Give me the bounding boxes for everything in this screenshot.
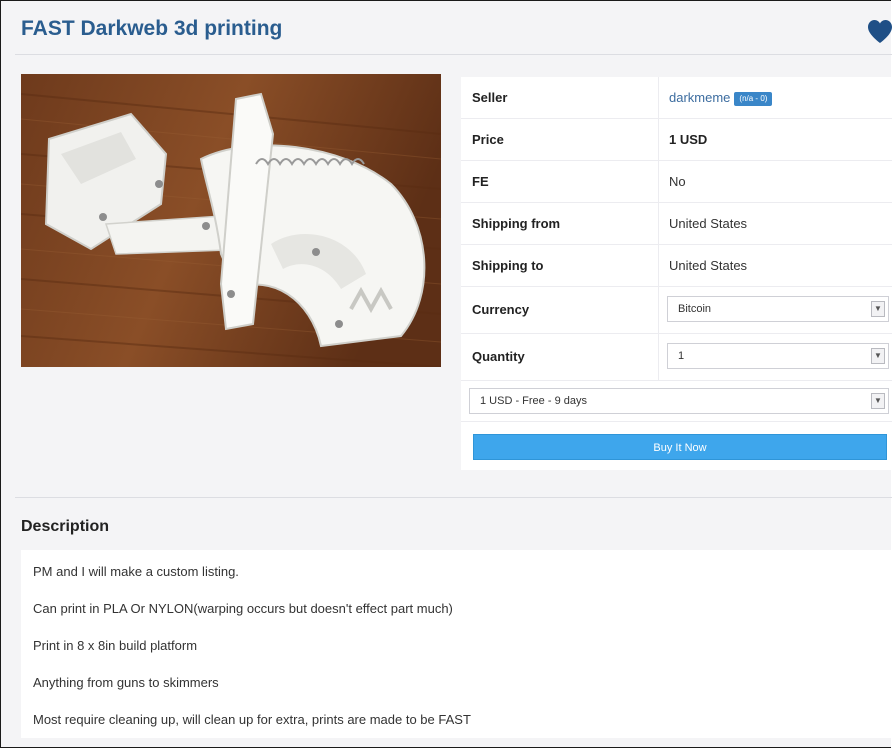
column-divider [658, 161, 659, 202]
column-divider [658, 77, 659, 118]
fe-row: FE No [461, 161, 892, 203]
column-divider [658, 203, 659, 244]
currency-select[interactable]: Bitcoin ▼ [667, 296, 889, 322]
heart-icon[interactable] [867, 19, 892, 45]
quantity-select[interactable]: 1 ▼ [667, 343, 889, 369]
shipping-to-row: Shipping to United States [461, 245, 892, 287]
chevron-down-icon[interactable]: ▼ [871, 348, 885, 364]
price-label: Price [472, 132, 504, 147]
chevron-down-icon[interactable]: ▼ [871, 393, 885, 409]
fe-label: FE [472, 174, 489, 189]
shipping-option-select[interactable]: 1 USD - Free - 9 days ▼ [469, 388, 889, 414]
seller-row: Seller darkmeme (n/a - 0) [461, 77, 892, 119]
column-divider [658, 334, 659, 380]
buy-it-now-button[interactable]: Buy It Now [473, 434, 887, 460]
description-line: Most require cleaning up, will clean up … [33, 712, 471, 727]
currency-label: Currency [472, 302, 530, 317]
column-divider [658, 287, 659, 333]
listing-page: FAST Darkweb 3d printing Seller darkmeme… [0, 0, 892, 748]
price-row: Price 1 USD [461, 119, 892, 161]
quantity-row: Quantity 1 ▼ [461, 334, 892, 381]
shipping-to-value: United States [669, 258, 748, 273]
shipping-option-selected-value: 1 USD - Free - 9 days [480, 395, 587, 407]
shipping-from-label: Shipping from [472, 216, 561, 231]
seller-rating-badge: (n/a - 0) [734, 91, 773, 106]
price-value: 1 USD [669, 132, 708, 147]
chevron-down-icon[interactable]: ▼ [871, 301, 885, 317]
shipping-from-value: United States [669, 216, 748, 231]
quantity-label: Quantity [472, 349, 525, 364]
description-line: Anything from guns to skimmers [33, 675, 219, 690]
seller-link[interactable]: darkmeme [669, 90, 730, 105]
product-photo [21, 74, 441, 367]
column-divider [658, 245, 659, 286]
currency-row: Currency Bitcoin ▼ [461, 287, 892, 334]
seller-label: Seller [472, 90, 508, 105]
currency-selected-value: Bitcoin [678, 303, 712, 315]
fe-value: No [669, 174, 686, 189]
shipping-to-label: Shipping to [472, 258, 544, 273]
shipping-option-row: 1 USD - Free - 9 days ▼ [461, 381, 892, 422]
listing-details: Seller darkmeme (n/a - 0) Price 1 USD FE … [461, 77, 892, 470]
description-box: PM and I will make a custom listing. Can… [21, 550, 892, 738]
quantity-selected-value: 1 [678, 350, 685, 362]
title-divider [15, 54, 892, 55]
buy-row: Buy It Now [461, 422, 892, 470]
description-line: Print in 8 x 8in build platform [33, 638, 198, 653]
description-heading: Description [21, 518, 110, 535]
column-divider [658, 119, 659, 160]
listing-title: FAST Darkweb 3d printing [21, 17, 283, 40]
description-line: PM and I will make a custom listing. [33, 564, 239, 579]
shipping-from-row: Shipping from United States [461, 203, 892, 245]
description-line: Can print in PLA Or NYLON(warping occurs… [33, 601, 453, 616]
section-divider [15, 497, 892, 498]
